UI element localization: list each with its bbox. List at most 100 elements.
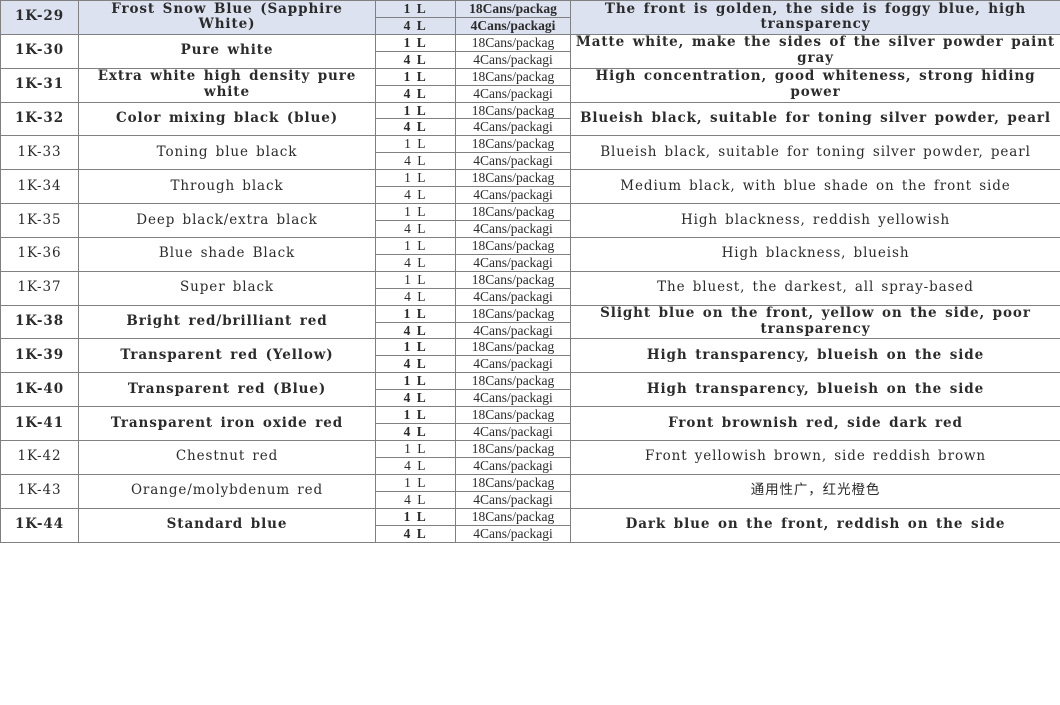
volume-cell-large: 4 L — [375, 253, 456, 272]
paint-table-body: 1K-29 Frost Snow Blue (Sapphire White) 1 L… — [0, 0, 1060, 543]
packaging-cell-small: 18Cans/packag — [455, 372, 571, 391]
product-code-cell: 1K-40 — [0, 372, 79, 408]
volume-cell-small: 1 L — [375, 101, 456, 120]
table-row[interactable]: 1K-34 Through black 1 L 18Cans/packag Medium… — [0, 169, 1060, 205]
product-name-cell: Toning blue black — [78, 135, 376, 171]
volume-cell-large: 4 L — [375, 389, 456, 408]
product-name-cell: Orange/molybdenum red — [78, 473, 376, 509]
volume-cell-large: 4 L — [375, 16, 456, 35]
description-cell: High concentration, good whiteness, stro… — [570, 67, 1060, 103]
packaging-cell-large: 4Cans/packagi — [455, 321, 571, 340]
table-row[interactable]: 1K-32 Color mixing black (blue) 1 L 18Cans/… — [0, 101, 1060, 137]
packaging-cell-small: 18Cans/packag — [455, 0, 571, 18]
table-row[interactable]: 1K-33 Toning blue black 1 L 18Cans/packag Bl… — [0, 135, 1060, 171]
volume-cell-small: 1 L — [375, 406, 456, 425]
product-code-cell: 1K-44 — [0, 507, 79, 543]
packaging-cell-small: 18Cans/packag — [455, 406, 571, 425]
volume-cell-small: 1 L — [375, 203, 456, 221]
volume-cell-small: 1 L — [375, 372, 456, 391]
packaging-cell-large: 4Cans/packagi — [455, 16, 571, 35]
product-code-cell: 1K-38 — [0, 304, 79, 340]
volume-cell-large: 4 L — [375, 186, 456, 205]
volume-cell-small: 1 L — [375, 270, 456, 289]
product-name-cell: Frost Snow Blue (Sapphire White) — [78, 0, 376, 35]
description-cell: 通用性广，红光橙色 — [570, 473, 1060, 509]
volume-cell-large: 4 L — [375, 84, 456, 103]
description-cell: Matte white, make the sides of the silve… — [570, 33, 1060, 69]
product-code-cell: 1K-33 — [0, 135, 79, 171]
description-cell: Front yellowish brown, side reddish brow… — [570, 439, 1060, 475]
description-cell: Slight blue on the front, yellow on the … — [570, 304, 1060, 340]
table-row[interactable]: 1K-30 Pure white 1 L 18Cans/packag Matte whi… — [0, 33, 1060, 69]
description-cell: The bluest, the darkest, all spray-based — [570, 270, 1060, 306]
product-code-cell: 1K-29 — [0, 0, 79, 35]
table-row[interactable]: 1K-43 Orange/molybdenum red 1 L 18Cans/pack… — [0, 473, 1060, 509]
product-name-cell: Transparent red (Blue) — [78, 372, 376, 408]
description-cell: High transparency, blueish on the side — [570, 372, 1060, 408]
table-row[interactable]: 1K-36 Blue shade Black 1 L 18Cans/packag Hig… — [0, 236, 1060, 272]
product-code-cell: 1K-32 — [0, 101, 79, 137]
product-code-cell: 1K-35 — [0, 203, 79, 238]
description-cell: Dark blue on the front, reddish on the s… — [570, 507, 1060, 543]
packaging-cell-large: 4Cans/packagi — [455, 186, 571, 205]
volume-cell-small: 1 L — [375, 67, 456, 86]
table-row[interactable]: 1K-39 Transparent red (Yellow) 1 L 18Cans/p… — [0, 338, 1060, 374]
packaging-cell-small: 18Cans/packag — [455, 101, 571, 120]
description-cell: Blueish black, suitable for toning silve… — [570, 101, 1060, 137]
packaging-cell-small: 18Cans/packag — [455, 270, 571, 289]
table-row[interactable]: 1K-29 Frost Snow Blue (Sapphire White) 1 L… — [0, 0, 1060, 35]
product-name-cell: Chestnut red — [78, 439, 376, 475]
product-name-cell: Blue shade Black — [78, 236, 376, 272]
product-code-cell: 1K-31 — [0, 67, 79, 103]
packaging-cell-large: 4Cans/packagi — [455, 84, 571, 103]
product-name-cell: Pure white — [78, 33, 376, 69]
volume-cell-small: 1 L — [375, 33, 456, 52]
volume-cell-large: 4 L — [375, 321, 456, 340]
volume-cell-small: 1 L — [375, 169, 456, 188]
packaging-cell-small: 18Cans/packag — [455, 236, 571, 255]
product-name-cell: Deep black/extra black — [78, 203, 376, 238]
packaging-cell-small: 18Cans/packag — [455, 33, 571, 52]
volume-cell-large: 4 L — [375, 50, 456, 69]
packaging-cell-large: 4Cans/packagi — [455, 50, 571, 69]
packaging-cell-small: 18Cans/packag — [455, 473, 571, 492]
table-row[interactable]: 1K-38 Bright red/brilliant red 1 L 18Cans/p… — [0, 304, 1060, 340]
table-row[interactable]: 1K-35 Deep black/extra black 1 L 18Cans/pac… — [0, 203, 1060, 238]
volume-cell-small: 1 L — [375, 236, 456, 255]
packaging-cell-large: 4Cans/packagi — [455, 118, 571, 137]
description-cell: The front is golden, the side is foggy b… — [570, 0, 1060, 35]
volume-cell-large: 4 L — [375, 456, 456, 475]
description-cell: High transparency, blueish on the side — [570, 338, 1060, 374]
product-code-cell: 1K-39 — [0, 338, 79, 374]
table-row[interactable]: 1K-40 Transparent red (Blue) 1 L 18Cans/pac… — [0, 372, 1060, 408]
volume-cell-large: 4 L — [375, 355, 456, 374]
packaging-cell-small: 18Cans/packag — [455, 338, 571, 357]
product-name-cell: Transparent iron oxide red — [78, 406, 376, 441]
volume-cell-small: 1 L — [375, 304, 456, 323]
table-row[interactable]: 1K-41 Transparent iron oxide red 1 L 18Cans… — [0, 406, 1060, 441]
volume-cell-small: 1 L — [375, 473, 456, 492]
product-code-cell: 1K-42 — [0, 439, 79, 475]
table-row[interactable]: 1K-44 Standard blue 1 L 18Cans/packag Dark b… — [0, 507, 1060, 543]
packaging-cell-large: 4Cans/packagi — [455, 355, 571, 374]
packaging-cell-large: 4Cans/packagi — [455, 152, 571, 171]
product-code-cell: 1K-43 — [0, 473, 79, 509]
product-code-cell: 1K-36 — [0, 236, 79, 272]
packaging-cell-large: 4Cans/packagi — [455, 287, 571, 306]
packaging-cell-large: 4Cans/packagi — [455, 423, 571, 441]
volume-cell-large: 4 L — [375, 118, 456, 137]
table-row[interactable]: 1K-31 Extra white high density pure white… — [0, 67, 1060, 103]
volume-cell-small: 1 L — [375, 439, 456, 458]
volume-cell-small: 1 L — [375, 338, 456, 357]
product-code-cell: 1K-37 — [0, 270, 79, 306]
description-cell: Medium black, with blue shade on the fro… — [570, 169, 1060, 205]
table-row[interactable]: 1K-42 Chestnut red 1 L 18Cans/packag Front y… — [0, 439, 1060, 475]
product-code-cell: 1K-34 — [0, 169, 79, 205]
table-row[interactable]: 1K-37 Super black 1 L 18Cans/packag The blue… — [0, 270, 1060, 306]
description-cell: High blackness, reddish yellowish — [570, 203, 1060, 238]
volume-cell-large: 4 L — [375, 152, 456, 171]
volume-cell-small: 1 L — [375, 135, 456, 154]
product-code-cell: 1K-41 — [0, 406, 79, 441]
product-name-cell: Standard blue — [78, 507, 376, 543]
packaging-cell-small: 18Cans/packag — [455, 304, 571, 323]
